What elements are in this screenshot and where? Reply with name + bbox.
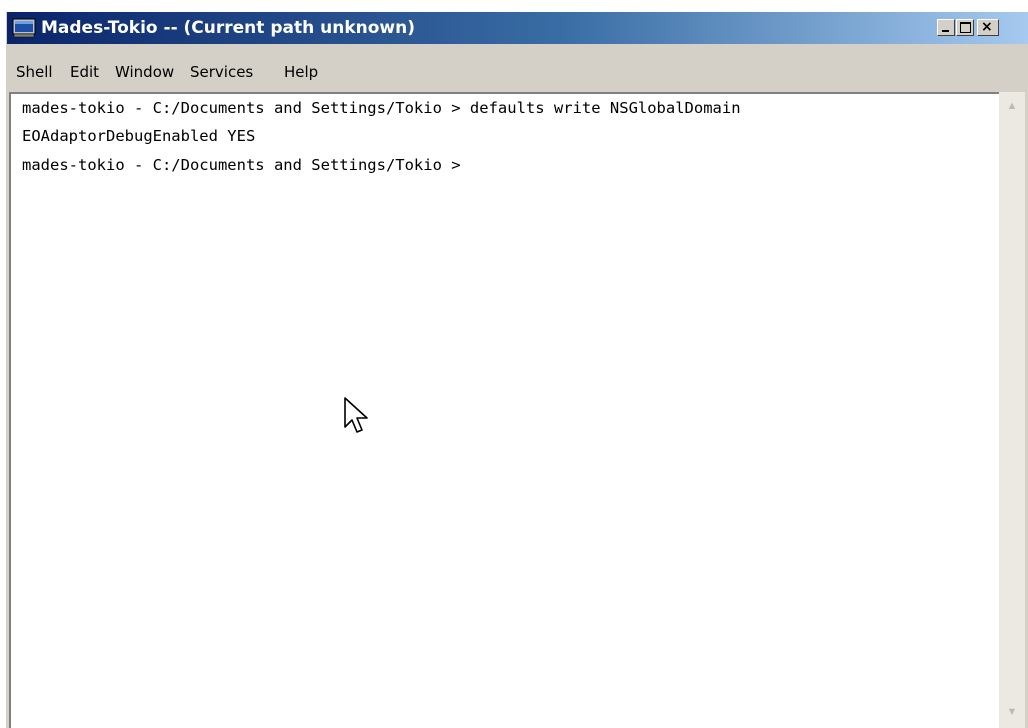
terminal-line: mades-tokio - C:/Documents and Settings/… (22, 99, 741, 117)
minimize-button[interactable] (937, 19, 955, 36)
title-bar[interactable]: Mades-Tokio -- (Current path unknown) × (7, 12, 1028, 44)
menu-shell[interactable]: Shell (16, 62, 53, 82)
mouse-pointer-icon (344, 397, 368, 433)
terminal-output-area[interactable]: mades-tokio - C:/Documents and Settings/… (9, 92, 1025, 728)
close-icon: × (981, 19, 993, 35)
close-button[interactable]: × (977, 19, 999, 36)
terminal-line: EOAdaptorDebugEnabled YES (22, 127, 256, 145)
window-title: Mades-Tokio -- (Current path unknown) (41, 18, 415, 38)
menu-services[interactable]: Services (190, 62, 253, 82)
menu-help[interactable]: Help (284, 62, 318, 82)
terminal-prompt-line: mades-tokio - C:/Documents and Settings/… (22, 156, 461, 174)
maximize-button[interactable] (956, 19, 974, 36)
terminal-app-icon[interactable] (12, 18, 36, 38)
menu-window[interactable]: Window (115, 62, 174, 82)
scroll-down-arrow-icon[interactable]: ▼ (1003, 704, 1021, 720)
menu-bar: Shell Edit Window Services Help (7, 58, 1028, 84)
vertical-scrollbar[interactable]: ▲ ▼ (999, 92, 1025, 728)
menu-edit[interactable]: Edit (70, 62, 99, 82)
scroll-up-arrow-icon[interactable]: ▲ (1003, 98, 1021, 114)
terminal-window: Mades-Tokio -- (Current path unknown) × … (6, 12, 1028, 728)
